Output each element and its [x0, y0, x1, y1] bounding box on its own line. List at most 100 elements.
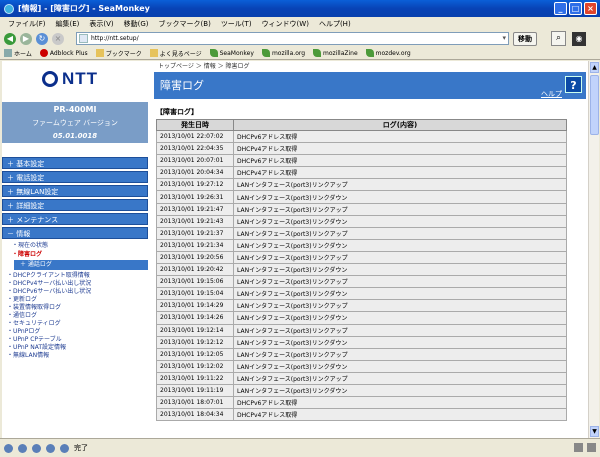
table-row: 2013/10/01 19:11:22 LANインタフェース(port3)リンクア…	[156, 371, 567, 385]
navigation-toolbar: ◀ ▶ ↻ × http://ntt.setup/ ▾ 移動 ⌕ ◉	[0, 30, 600, 47]
section-title: 【障害ログ】	[156, 108, 198, 116]
back-arrow-icon[interactable]: ◀	[4, 32, 16, 45]
go-button[interactable]: 移動	[513, 31, 537, 46]
log-datetime-cell: 2013/10/01 19:12:12	[156, 335, 234, 349]
table-row: 2013/10/01 19:12:12 LANインタフェース(port3)リンクダ…	[156, 335, 567, 349]
bookmark-adblock[interactable]: Adblock Plus	[39, 49, 88, 57]
forward-arrow-icon[interactable]: ▶	[20, 32, 32, 45]
sidebar-link-dhcp-client[interactable]: ・DHCPクライアント取得情報	[2, 272, 150, 280]
reload-icon[interactable]: ↻	[36, 32, 48, 45]
sidebar-link-security-log[interactable]: ・セキュリティログ	[2, 320, 150, 328]
minimize-button[interactable]: _	[554, 2, 567, 15]
table-row: 2013/10/01 19:12:05 LANインタフェース(port3)リンクア…	[156, 347, 567, 361]
maximize-button[interactable]: □	[569, 2, 582, 15]
table-row: 2013/10/01 19:12:14 LANインタフェース(port3)リンクア…	[156, 323, 567, 337]
table-row: 2013/10/01 19:21:43 LANインタフェース(port3)リンクダ…	[156, 214, 567, 228]
sidebar-link-upnp-log[interactable]: ・UPnPログ	[2, 328, 150, 336]
table-row: 2013/10/01 22:07:02 DHCPv6アドレス取得	[156, 129, 567, 144]
sidebar-link-current-status[interactable]: ・現在の状態	[2, 241, 150, 250]
sidebar-link-dhcpv4-server[interactable]: ・DHCPv4サーバ払い出し状況	[2, 280, 150, 288]
seamonkey-app-icon	[4, 3, 14, 14]
log-message-cell: LANインタフェース(port3)リンクアップ	[233, 226, 567, 240]
menu-bookmarks[interactable]: ブックマーク(B)	[159, 19, 211, 29]
log-message-cell: LANインタフェース(port3)リンクアップ	[233, 202, 567, 216]
scroll-up-icon[interactable]: ▲	[590, 62, 599, 73]
firmware-version: 05.01.0018	[52, 132, 98, 140]
log-datetime-cell: 2013/10/01 19:12:05	[156, 347, 234, 361]
search-icon[interactable]: ⌕	[551, 31, 566, 46]
menu-view[interactable]: 表示(V)	[89, 19, 113, 29]
sidebar-item-basic-settings[interactable]: ＋ 基本設定	[2, 157, 148, 169]
page-content: NTT PR-400MI ファームウェア バージョン 05.01.0018 ＋ …	[2, 61, 588, 438]
navigator-icon[interactable]	[4, 443, 13, 453]
log-message-cell: LANインタフェース(port3)リンクダウン	[233, 238, 567, 252]
log-message-cell: LANインタフェース(port3)リンクダウン	[233, 311, 567, 325]
menu-tools[interactable]: ツール(T)	[221, 19, 252, 29]
addressbook-icon[interactable]	[46, 443, 55, 453]
sidebar-item-maintenance[interactable]: ＋ メンテナンス	[2, 213, 148, 225]
bookmark-frequent[interactable]: よく見るページ	[149, 49, 202, 58]
table-row: 2013/10/01 18:07:01 DHCPv6アドレス取得	[156, 396, 567, 410]
mail-icon[interactable]	[18, 443, 27, 453]
sidebar-link-update-log[interactable]: ・更新ログ	[2, 296, 150, 304]
scroll-down-icon[interactable]: ▼	[590, 426, 599, 437]
menu-edit[interactable]: 編集(E)	[56, 19, 80, 29]
sidebar-link-upnp-nat[interactable]: ・UPnP NAT設定情報	[2, 344, 150, 352]
sidebar-link-device-info-log[interactable]: ・装置情報取得ログ	[2, 304, 150, 312]
sidebar-item-wireless-settings[interactable]: ＋ 無線LAN設定	[2, 185, 148, 197]
log-message-cell: LANインタフェース(port3)リンクアップ	[233, 299, 567, 313]
log-message-cell: DHCPv6アドレス取得	[233, 396, 567, 410]
bookmark-mozillazine[interactable]: mozillaZine	[313, 49, 358, 57]
folder-icon	[95, 49, 104, 57]
throbber-icon: ◉	[572, 31, 586, 46]
log-message-cell: DHCPv4アドレス取得	[233, 408, 567, 422]
menu-window[interactable]: ウィンドウ(W)	[262, 19, 309, 29]
menu-help[interactable]: ヘルプ(H)	[319, 19, 351, 29]
url-dropdown-icon[interactable]: ▾	[502, 33, 506, 44]
log-message-cell: LANインタフェース(port3)リンクダウン	[233, 383, 567, 398]
resize-grip-icon[interactable]	[587, 443, 596, 452]
bookmark-leaf-icon	[209, 49, 218, 57]
help-icon[interactable]: ?	[565, 76, 582, 93]
sidebar-link-dhcpv6-server[interactable]: ・DHCPv6サーバ払い出し状況	[2, 288, 150, 296]
vertical-scrollbar[interactable]: ▲ ▼	[588, 61, 599, 438]
bookmark-mozilla[interactable]: mozilla.org	[261, 49, 305, 57]
stop-icon[interactable]: ×	[52, 32, 64, 45]
close-button[interactable]: ×	[584, 2, 597, 15]
menu-file[interactable]: ファイル(F)	[8, 19, 46, 29]
bookmark-seamonkey[interactable]: SeaMonkey	[209, 49, 254, 57]
scrollbar-thumb[interactable]	[590, 75, 599, 135]
sidebar-item-advanced-settings[interactable]: ＋ 詳細設定	[2, 199, 148, 211]
bookmark-mozdev[interactable]: mozdev.org	[365, 49, 411, 57]
window-title-bar: [情報] - [障害ログ] - SeaMonkey _ □ ×	[0, 0, 600, 17]
log-message-cell: LANインタフェース(port3)リンクアップ	[233, 275, 567, 289]
status-indicators	[574, 443, 596, 452]
log-message-cell: LANインタフェース(port3)リンクアップ	[233, 323, 567, 337]
table-row: 2013/10/01 18:04:34 DHCPv4アドレス取得	[156, 408, 567, 422]
bookmark-home[interactable]: ホーム	[4, 49, 32, 58]
table-row: 2013/10/01 19:21:34 LANインタフェース(port3)リンクダ…	[156, 238, 567, 252]
bookmark-folder[interactable]: ブックマーク	[95, 49, 142, 58]
table-row: 2013/10/01 19:20:42 LANインタフェース(port3)リンクダ…	[156, 263, 567, 277]
menu-go[interactable]: 移動(G)	[124, 19, 149, 29]
online-status-icon[interactable]	[60, 443, 69, 453]
sidebar-item-call-log[interactable]: ＋ 通話ログ	[14, 260, 148, 270]
table-row: 2013/10/01 19:21:47 LANインタフェース(port3)リンクア…	[156, 202, 567, 216]
log-message-cell: DHCPv4アドレス取得	[233, 142, 567, 156]
page-header: 障害ログ ヘルプ ?	[154, 72, 586, 99]
sidebar-link-upnp-cp-table[interactable]: ・UPnP CPテーブル	[2, 336, 150, 344]
composer-icon[interactable]	[32, 443, 41, 453]
bookmark-leaf-icon	[261, 49, 270, 57]
sidebar-item-phone-settings[interactable]: ＋ 電話設定	[2, 171, 148, 183]
status-bar: 完了	[0, 438, 600, 457]
sidebar-link-wireless-info[interactable]: ・無線LAN情報	[2, 352, 150, 360]
window-title: [情報] - [障害ログ] - SeaMonkey	[18, 4, 150, 13]
sidebar-item-info[interactable]: － 情報	[2, 227, 148, 239]
log-datetime-cell: 2013/10/01 19:27:12	[156, 178, 234, 192]
url-input[interactable]: http://ntt.setup/ ▾	[76, 32, 509, 45]
sidebar-link-comm-log[interactable]: ・通信ログ	[2, 312, 150, 320]
log-datetime-cell: 2013/10/01 20:07:01	[156, 154, 234, 168]
log-message-cell: LANインタフェース(port3)リンクダウン	[233, 287, 567, 301]
help-link[interactable]: ヘルプ	[541, 81, 562, 108]
sidebar-link-fault-log[interactable]: ・障害ログ	[2, 250, 150, 259]
